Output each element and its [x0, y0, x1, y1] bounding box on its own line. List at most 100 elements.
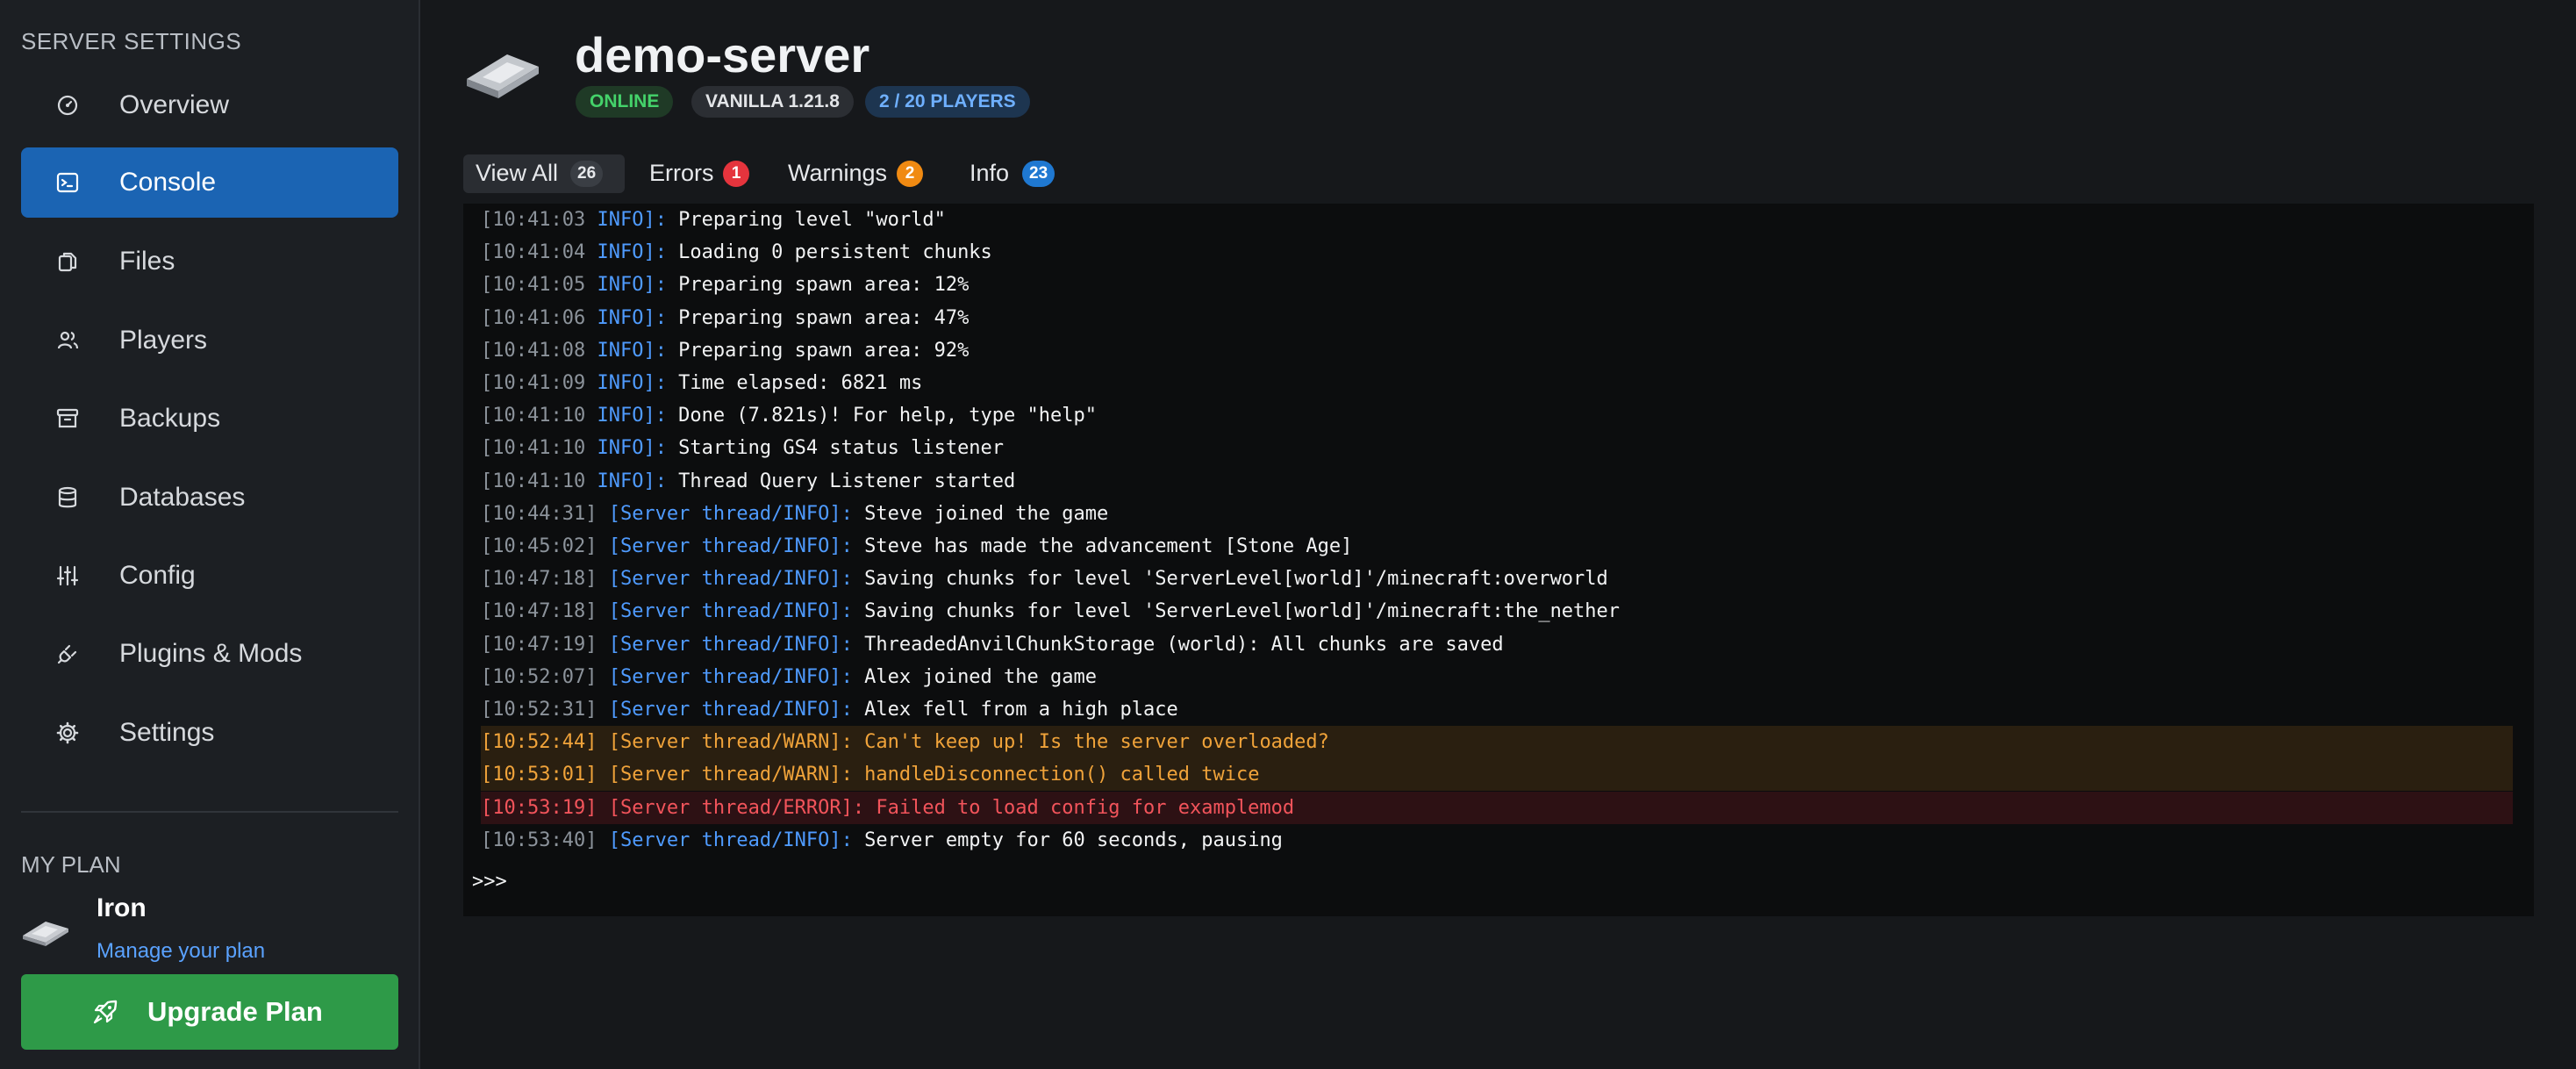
- log-source: INFO]:: [585, 209, 667, 231]
- players-badge: 2 / 20 PLAYERS: [865, 86, 1030, 118]
- log-message: Loading 0 persistent chunks: [666, 241, 992, 264]
- log-timestamp: [10:45:02]: [481, 535, 597, 557]
- sidebar-item-console[interactable]: Console: [21, 147, 398, 218]
- plan-name: Iron: [97, 893, 147, 922]
- manage-plan-link[interactable]: Manage your plan: [97, 939, 265, 964]
- sidebar-item-files[interactable]: Files: [21, 226, 398, 297]
- console-output[interactable]: [10:41:03 INFO]: Preparing level "world"…: [463, 204, 2534, 916]
- log-message: Saving chunks for level 'ServerLevel[wor…: [852, 600, 1621, 623]
- console-line: [10:45:02] [Server thread/INFO]: Steve h…: [481, 530, 2513, 563]
- log-timestamp: [10:47:19]: [481, 633, 597, 656]
- log-source: [Server thread/INFO]:: [597, 633, 853, 656]
- version-badge: VANILLA 1.21.8: [691, 86, 854, 118]
- console-line: [10:47:19] [Server thread/INFO]: Threade…: [481, 628, 2513, 661]
- sidebar-item-plugins-mods[interactable]: Plugins & Mods: [21, 619, 398, 689]
- log-source: [Server thread/INFO]:: [597, 568, 853, 591]
- log-source: INFO]:: [585, 241, 667, 264]
- log-timestamp: [10:47:18]: [481, 600, 597, 623]
- log-timestamp: [10:41:10: [481, 470, 586, 492]
- log-timestamp: [10:52:31]: [481, 699, 597, 721]
- console-line: [10:41:08 INFO]: Preparing spawn area: 9…: [481, 334, 2513, 367]
- log-message: Saving chunks for level 'ServerLevel[wor…: [852, 568, 1608, 591]
- console-line: [10:53:19] [Server thread/ERROR]: Failed…: [481, 791, 2513, 824]
- log-message: Done (7.821s)! For help, type "help": [666, 405, 1098, 427]
- sidebar: SERVER SETTINGS Overview Console Files P…: [0, 0, 420, 1069]
- log-source: INFO]:: [585, 437, 667, 460]
- log-message: Failed to load config for examplemod: [864, 796, 1295, 819]
- log-timestamp: [10:53:19]: [481, 796, 597, 819]
- console-line: [10:53:01] [Server thread/WARN]: handleD…: [481, 758, 2513, 792]
- log-timestamp: [10:41:08: [481, 339, 586, 362]
- log-source: INFO]:: [585, 339, 667, 362]
- tab-label: Warnings: [788, 160, 888, 186]
- log-message: Starting GS4 status listener: [666, 437, 1005, 460]
- sidebar-item-settings[interactable]: Settings: [21, 698, 398, 768]
- log-message: Preparing level "world": [666, 209, 946, 231]
- log-timestamp: [10:41:03: [481, 209, 586, 231]
- log-message: Preparing spawn area: 12%: [666, 274, 970, 297]
- database-icon: [58, 486, 77, 508]
- sidebar-item-label: Overview: [119, 90, 230, 119]
- log-message: ThreadedAnvilChunkStorage (world): All c…: [852, 633, 1504, 656]
- sidebar-item-databases[interactable]: Databases: [21, 463, 398, 533]
- tab-view-all[interactable]: View All 26: [463, 154, 625, 193]
- log-timestamp: [10:41:10: [481, 405, 586, 427]
- console-line: [10:47:18] [Server thread/INFO]: Saving …: [481, 595, 2513, 628]
- log-source: INFO]:: [585, 372, 667, 394]
- sidebar-item-label: Console: [119, 168, 217, 197]
- log-source: INFO]:: [585, 306, 667, 329]
- log-message: Steve has made the advancement [Stone Ag…: [852, 535, 1353, 557]
- log-message: Thread Query Listener started: [666, 470, 1016, 492]
- console-line: [10:41:05 INFO]: Preparing spawn area: 1…: [481, 269, 2513, 301]
- rocket-icon: [93, 1000, 118, 1024]
- log-source: [Server thread/WARN]:: [597, 731, 853, 754]
- log-source: [Server thread/INFO]:: [597, 699, 853, 721]
- log-message: Alex fell from a high place: [852, 699, 1178, 721]
- server-name: demo-server: [575, 27, 870, 83]
- log-source: [Server thread/INFO]:: [597, 665, 853, 688]
- tab-label: View All: [476, 160, 559, 186]
- status-badge: ONLINE: [576, 86, 674, 118]
- tab-errors[interactable]: Errors 1: [649, 154, 755, 193]
- sidebar-item-label: Plugins & Mods: [119, 639, 303, 668]
- console-line: [10:41:10 INFO]: Thread Query Listener s…: [481, 465, 2513, 498]
- log-message: handleDisconnection() called twice: [852, 764, 1260, 786]
- log-timestamp: [10:44:31]: [481, 502, 597, 525]
- console-line: [10:52:44] [Server thread/WARN]: Can't k…: [481, 726, 2513, 759]
- gear-icon: [56, 721, 79, 744]
- sidebar-item-overview[interactable]: Overview: [21, 70, 398, 140]
- tab-info[interactable]: Info 23: [970, 154, 1066, 193]
- log-source: [Server thread/INFO]:: [597, 535, 853, 557]
- log-message: Preparing spawn area: 92%: [666, 339, 970, 362]
- sidebar-item-config[interactable]: Config: [21, 541, 398, 611]
- log-message: Alex joined the game: [852, 665, 1098, 688]
- log-message: Preparing spawn area: 47%: [666, 306, 970, 329]
- sidebar-item-players[interactable]: Players: [21, 305, 398, 376]
- plug-icon: [57, 644, 77, 664]
- upgrade-plan-button[interactable]: Upgrade Plan: [21, 974, 398, 1050]
- console-line: [10:53:40] [Server thread/INFO]: Server …: [481, 824, 2513, 857]
- tab-count: 26: [570, 161, 604, 187]
- tab-warnings[interactable]: Warnings 2: [788, 154, 937, 193]
- console-line: [10:44:31] [Server thread/INFO]: Steve j…: [481, 498, 2513, 530]
- log-message: Steve joined the game: [852, 502, 1109, 525]
- sidebar-item-label: Backups: [119, 404, 221, 433]
- log-timestamp: [10:41:06: [481, 306, 586, 329]
- sidebar-divider: [21, 811, 398, 813]
- tab-label: Errors: [649, 160, 714, 186]
- log-message: Server empty for 60 seconds, pausing: [852, 829, 1283, 851]
- sidebar-item-backups[interactable]: Backups: [21, 384, 398, 454]
- sidebar-item-label: Players: [119, 326, 208, 355]
- console-prompt[interactable]: >>>: [472, 871, 507, 893]
- files-icon: [58, 252, 77, 272]
- archive-icon: [56, 408, 79, 428]
- console-line: [10:41:10 INFO]: Done (7.821s)! For help…: [481, 399, 2513, 432]
- tab-count: 2: [897, 161, 923, 187]
- log-source: [Server thread/INFO]:: [597, 502, 853, 525]
- sidebar-item-label: Settings: [119, 718, 215, 747]
- users-icon: [57, 331, 79, 349]
- log-source: INFO]:: [585, 470, 667, 492]
- sidebar-title: SERVER SETTINGS: [21, 28, 242, 54]
- console-line: [10:41:04 INFO]: Loading 0 persistent ch…: [481, 236, 2513, 269]
- log-timestamp: [10:53:01]: [481, 764, 597, 786]
